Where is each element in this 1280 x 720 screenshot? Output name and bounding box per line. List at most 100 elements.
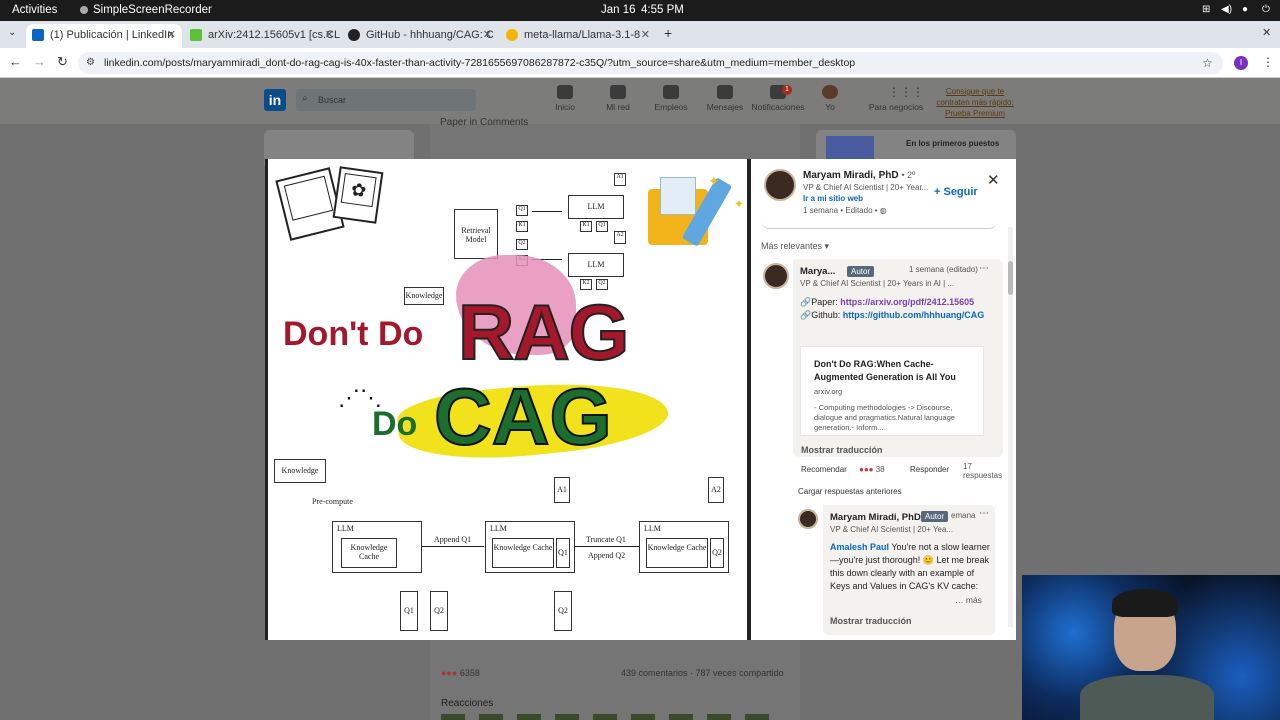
linkedin-favicon-icon [32, 29, 44, 41]
github-label: 🔗Github: [800, 310, 843, 320]
tab-label: GitHub - hhhuang/CAG: C [366, 29, 494, 41]
post-author-headline: VP & Chief AI Scientist | 20+ Year... [803, 183, 929, 192]
post-author-name[interactable]: Maryam Miradi, PhD [803, 170, 899, 181]
close-tab-icon[interactable]: ✕ [325, 28, 334, 41]
reaction-summary[interactable]: ●●● 6358 [441, 668, 480, 678]
tab-linkedin[interactable]: (1) Publicación | LinkedIn ✕ [26, 24, 182, 48]
a2-tag: A2 [614, 231, 626, 244]
browser-menu-icon[interactable]: ⋮ [1262, 55, 1274, 69]
github-link[interactable]: https://github.com/hhhuang/CAG [843, 310, 984, 320]
search-placeholder: Buscar [318, 95, 347, 105]
q1-tag: Q1 [516, 205, 528, 216]
power-icon[interactable]: ⏻ [1262, 4, 1270, 15]
profile-avatar[interactable]: I [1234, 56, 1248, 70]
reactor-avatars[interactable] [441, 714, 771, 720]
author-avatar[interactable] [764, 169, 796, 201]
nav-network[interactable]: Mi red [588, 85, 648, 112]
linkedin-logo[interactable]: in [264, 89, 286, 111]
see-more-link[interactable]: … más [955, 595, 982, 605]
author-badge: Autor [921, 511, 949, 522]
nav-home[interactable]: Inicio [535, 85, 595, 112]
k1-tag: K1 [516, 221, 528, 232]
translate-link[interactable]: Mostrar traducción [801, 445, 883, 455]
tab-huggingface[interactable]: meta-llama/Llama-3.1-8 ✕ [500, 24, 656, 48]
translate-link[interactable]: Mostrar traducción [830, 616, 912, 626]
reaction-emoji-icon: ●●● [859, 465, 874, 474]
nav-me[interactable]: Yo [800, 85, 860, 112]
bookmark-star-icon[interactable]: ☆ [1202, 56, 1213, 70]
reaction-count[interactable]: ●●● 38 [859, 465, 885, 474]
reply-button[interactable]: Responder [910, 465, 949, 474]
network-icon[interactable]: ⊞ [1202, 4, 1210, 15]
activities-button[interactable]: Activities [12, 4, 57, 16]
post-image-panel[interactable]: ✿ ✦ ✦ Retrieval Model Knowledge Q1 K1 Q2… [265, 159, 751, 640]
new-tab-icon[interactable]: + [664, 25, 672, 41]
window-close-icon[interactable]: ✕ [1262, 26, 1271, 39]
q2-input-box: Q2 [554, 591, 572, 631]
q2-input-box: Q2 [430, 591, 448, 631]
comment-avatar[interactable] [763, 263, 789, 289]
back-arrow-icon[interactable]: ← [9, 54, 22, 69]
nav-jobs[interactable]: Empleos [641, 85, 701, 112]
url-text[interactable]: linkedin.com/posts/maryammiradi_dont-do-… [104, 57, 855, 69]
microphone-icon[interactable]: ● [1242, 4, 1248, 15]
reload-icon[interactable]: ↻ [57, 54, 68, 70]
huggingface-favicon-icon [506, 29, 518, 41]
scrollbar[interactable] [1008, 227, 1013, 627]
append-q1-label: Append Q1 [434, 535, 472, 544]
premium-link[interactable]: Consigue que te contraten más rápido: Pr… [930, 86, 1020, 119]
nav-notifications[interactable]: Notificaciones [748, 85, 808, 112]
retrieval-model-box: Retrieval Model [454, 209, 498, 259]
truncate-label: Truncate Q1 [586, 535, 626, 544]
close-tab-icon[interactable]: ✕ [641, 28, 650, 41]
close-modal-icon[interactable]: ✕ [987, 171, 1000, 189]
active-app-label[interactable]: SimpleScreenRecorder [93, 4, 212, 16]
close-tab-icon[interactable]: ✕ [167, 28, 176, 41]
link-preview-card[interactable]: Don't Do RAG:When Cache-Augmented Genera… [800, 346, 984, 436]
nav-label: Mensajes [706, 102, 744, 112]
headline-rag: RAG [457, 287, 630, 377]
caret-down-icon: ▾ [824, 241, 830, 251]
comment-time: 1 semana (editado) [909, 265, 978, 274]
reply-avatar[interactable] [798, 509, 818, 529]
load-previous-replies[interactable]: Cargar respuestas anteriores [798, 487, 902, 496]
search-input[interactable]: ⌕ Buscar [296, 89, 476, 111]
nav-label: Para negocios [868, 102, 924, 112]
more-options-icon[interactable]: ⋯ [979, 508, 989, 519]
replies-count[interactable]: 17 respuestas [963, 462, 1005, 480]
more-options-icon[interactable]: ⋯ [979, 263, 989, 274]
reply-body: Amalesh Paul You're not a slow learner—y… [830, 541, 990, 593]
forward-arrow-icon[interactable]: → [33, 54, 46, 69]
reaction-emoji-icon: ●●● [441, 668, 458, 678]
post-author-line[interactable]: Maryam Miradi, PhD • 2º [803, 170, 915, 181]
q1-tag: Q1 [596, 221, 608, 232]
post-stats[interactable]: 439 comentarios · 787 veces compartido [621, 668, 784, 678]
recorder-icon [80, 6, 88, 14]
volume-icon[interactable]: ◀) [1221, 4, 1232, 15]
sort-dropdown[interactable]: Más relevantes ▾ [761, 241, 829, 252]
feed-paper-text: Paper in Comments [440, 117, 529, 128]
paper-link[interactable]: https://arxiv.org/pdf/2412.15605 [840, 297, 974, 307]
card-source: arxiv.org [814, 387, 843, 396]
tab-arxiv[interactable]: arXiv:2412.15605v1 [cs.CL ✕ [184, 24, 340, 48]
nav-messages[interactable]: Mensajes [695, 85, 755, 112]
reply-author[interactable]: Maryam Miradi, PhD [830, 512, 921, 523]
mention-link[interactable]: Amalesh Paul [830, 542, 889, 552]
nav-business[interactable]: ⋮⋮⋮ Para negocios [866, 85, 926, 112]
website-link[interactable]: Ir a mi sitio web [803, 194, 863, 203]
comment-author[interactable]: Marya... [800, 266, 835, 277]
nav-label: Mi red [606, 102, 630, 112]
me-avatar [822, 85, 838, 99]
clock-time[interactable]: 4:55 PM [641, 4, 684, 16]
close-tab-icon[interactable]: ✕ [483, 28, 492, 41]
scrollbar-thumb[interactable] [1008, 261, 1013, 295]
tab-github[interactable]: GitHub - hhhuang/CAG: C ✕ [342, 24, 498, 48]
tab-list-chevron-icon[interactable]: ⌄ [8, 27, 16, 38]
follow-button[interactable]: + Seguir [934, 186, 978, 198]
llm-cache-box-3: LLM Knowledge Cache Q2 [639, 521, 729, 573]
clock-date[interactable]: Jan 16 [601, 4, 636, 16]
comment-input-edge[interactable] [761, 219, 997, 229]
recommend-button[interactable]: Recomendar [801, 465, 847, 474]
site-info-icon[interactable]: ⚙ [86, 57, 95, 68]
comment-body: 🔗Paper: https://arxiv.org/pdf/2412.15605… [800, 296, 990, 322]
